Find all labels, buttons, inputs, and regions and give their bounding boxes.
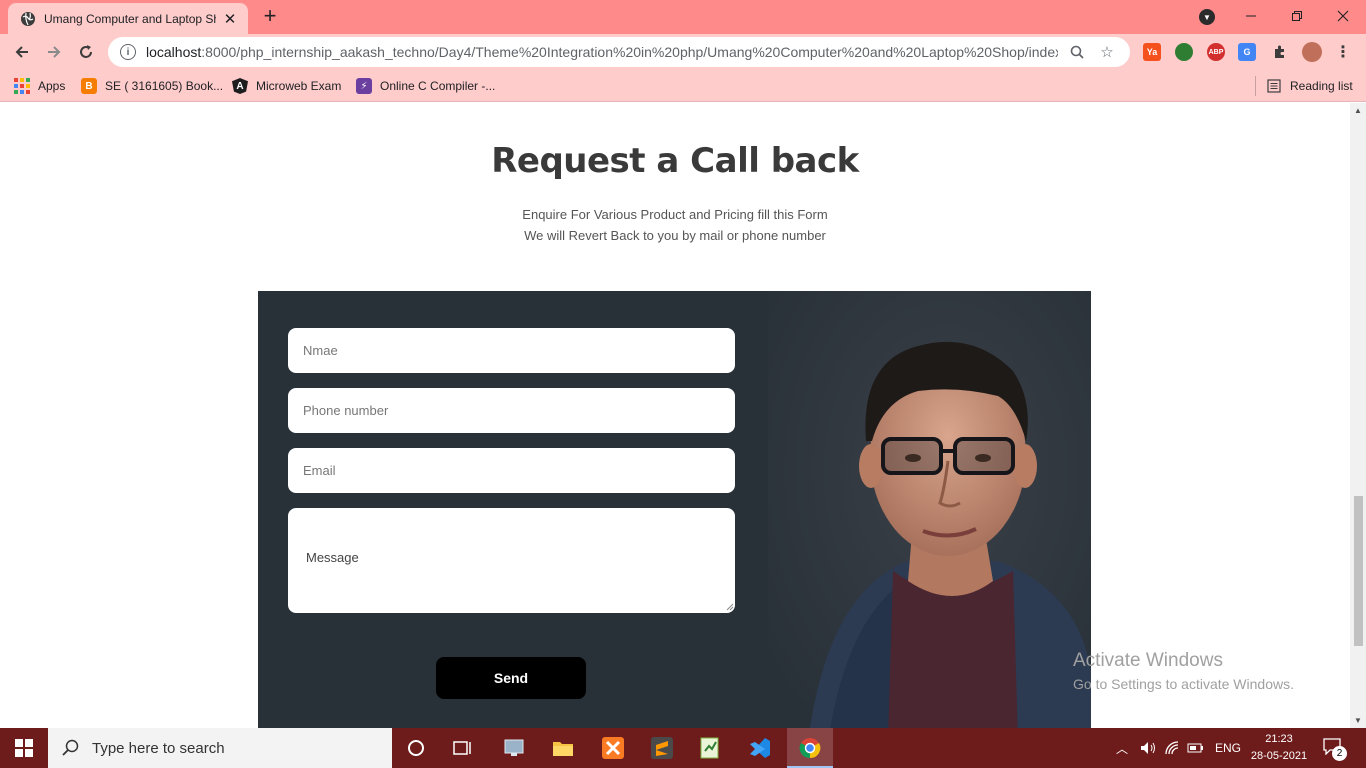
restore-icon xyxy=(1292,11,1302,21)
globe-extension-icon[interactable] xyxy=(1175,43,1193,61)
profile-avatar[interactable] xyxy=(1302,42,1322,62)
web-page: Request a Call back Enquire For Various … xyxy=(0,103,1350,728)
bookmark-label: Apps xyxy=(38,79,66,93)
bookmarks-bar: Apps B SE ( 3161605) Book... A Microweb … xyxy=(0,70,1366,102)
globe-icon xyxy=(21,11,35,26)
wifi-icon[interactable] xyxy=(1164,740,1182,756)
zoom-icon[interactable] xyxy=(1066,41,1088,63)
reload-icon xyxy=(80,45,92,58)
site-info-icon[interactable]: i xyxy=(120,44,136,60)
file-explorer-icon[interactable] xyxy=(543,734,583,762)
remote-desktop-icon[interactable] xyxy=(494,734,534,762)
translate-extension-icon[interactable]: G xyxy=(1238,43,1256,61)
back-button[interactable] xyxy=(8,38,36,66)
taskbar-clock[interactable]: 21:23 28-05-2021 xyxy=(1250,731,1308,765)
sublime-text-icon[interactable] xyxy=(642,734,682,762)
address-bar[interactable]: i localhost:8000/php_internship_aakash_t… xyxy=(108,37,1130,67)
browser-tab[interactable]: Umang Computer and Laptop Sh ✕ xyxy=(8,3,248,34)
page-title: Request a Call back xyxy=(491,141,859,181)
clock-time: 21:23 xyxy=(1265,733,1293,745)
reload-button[interactable] xyxy=(72,38,100,66)
minimize-icon xyxy=(1246,15,1256,17)
browser-titlebar: Umang Computer and Laptop Sh ✕ + ▼ xyxy=(0,0,1366,34)
tab-close-icon[interactable]: ✕ xyxy=(222,10,238,28)
windows-taskbar: Type here to search ︿ ENG 21:23 28-05-20… xyxy=(0,728,1366,768)
bookmark-separator xyxy=(1255,76,1256,96)
bookmark-label: Microweb Exam xyxy=(256,79,342,93)
bookmark-se-book[interactable]: B SE ( 3161605) Book... xyxy=(81,76,223,96)
email-input[interactable] xyxy=(288,448,735,493)
angular-icon: A xyxy=(232,78,248,94)
watermark-title: Activate Windows xyxy=(1073,650,1223,671)
clock-date: 28-05-2021 xyxy=(1250,750,1308,762)
chevron-up-icon[interactable]: ︿ xyxy=(1115,740,1129,757)
extensions-puzzle-icon[interactable] xyxy=(1271,43,1289,61)
callback-form-panel: Send xyxy=(258,291,1091,728)
bookmark-label: Online C Compiler -... xyxy=(380,79,496,93)
search-icon xyxy=(62,739,79,756)
chrome-taskbar-icon[interactable] xyxy=(787,728,833,768)
language-indicator[interactable]: ENG xyxy=(1215,741,1241,755)
scrollbar-thumb[interactable] xyxy=(1354,496,1363,646)
tab-search-icon[interactable]: ▼ xyxy=(1199,9,1215,25)
battery-icon[interactable] xyxy=(1187,740,1205,756)
man-portrait-image xyxy=(768,291,1091,728)
minimize-button[interactable] xyxy=(1228,0,1274,32)
notepad-plus-icon[interactable] xyxy=(690,734,730,762)
xampp-icon[interactable] xyxy=(593,734,633,762)
page-scrollbar[interactable]: ▲ ▼ xyxy=(1350,103,1366,728)
close-window-button[interactable] xyxy=(1320,0,1366,32)
tab-title: Umang Computer and Laptop Sh xyxy=(44,11,216,26)
subtitle-line-2: We will Revert Back to you by mail or ph… xyxy=(524,228,826,243)
ya-extension-icon[interactable]: Ya xyxy=(1143,43,1161,61)
start-button[interactable] xyxy=(0,728,48,768)
notification-badge: 2 xyxy=(1332,746,1347,761)
forward-button[interactable] xyxy=(40,38,68,66)
bookmark-online-c-compiler[interactable]: ⚡ Online C Compiler -... xyxy=(356,76,495,96)
message-textarea[interactable] xyxy=(288,508,735,613)
windows-logo-icon xyxy=(15,739,33,757)
bookmark-star-icon[interactable]: ☆ xyxy=(1096,41,1118,63)
restore-button[interactable] xyxy=(1274,0,1320,32)
browser-toolbar: i localhost:8000/php_internship_aakash_t… xyxy=(0,34,1366,70)
phone-input[interactable] xyxy=(288,388,735,433)
arrow-left-icon xyxy=(15,46,28,58)
bookmark-microweb-exam[interactable]: A Microweb Exam xyxy=(232,76,341,96)
new-tab-button[interactable]: + xyxy=(258,5,282,29)
send-button[interactable]: Send xyxy=(436,657,586,699)
close-icon xyxy=(1337,10,1349,22)
system-tray: ︿ ENG xyxy=(1115,728,1241,768)
arrow-right-icon xyxy=(48,46,61,58)
task-view-icon[interactable] xyxy=(443,734,483,762)
resize-grip-icon[interactable] xyxy=(726,603,734,611)
blogger-icon: B xyxy=(81,78,97,94)
scroll-up-icon[interactable]: ▲ xyxy=(1354,106,1362,115)
bookmark-apps[interactable]: Apps xyxy=(14,76,65,96)
activate-windows-watermark: Activate Windows Go to Settings to activ… xyxy=(1073,650,1294,692)
bookmark-label: SE ( 3161605) Book... xyxy=(105,79,224,93)
watermark-subtitle: Go to Settings to activate Windows. xyxy=(1073,676,1294,692)
vscode-icon[interactable] xyxy=(740,734,780,762)
name-input[interactable] xyxy=(288,328,735,373)
reading-list-label: Reading list xyxy=(1290,79,1353,93)
menu-dots-icon[interactable]: ⋮ xyxy=(1334,43,1352,61)
taskbar-search[interactable]: Type here to search xyxy=(48,728,392,768)
search-placeholder: Type here to search xyxy=(92,739,225,757)
url-text[interactable]: localhost:8000/php_internship_aakash_tec… xyxy=(146,44,1058,60)
lightning-icon: ⚡ xyxy=(356,78,372,94)
subtitle-line-1: Enquire For Various Product and Pricing … xyxy=(522,207,828,222)
apps-grid-icon xyxy=(14,78,30,94)
speaker-icon[interactable] xyxy=(1139,740,1157,756)
reading-list-icon xyxy=(1267,79,1281,93)
reading-list-button[interactable]: Reading list xyxy=(1267,76,1353,96)
cortana-icon[interactable] xyxy=(396,734,436,762)
notification-center-button[interactable]: 2 xyxy=(1322,737,1347,761)
adblock-extension-icon[interactable]: ABP xyxy=(1207,43,1225,61)
scroll-down-icon[interactable]: ▼ xyxy=(1354,716,1362,725)
